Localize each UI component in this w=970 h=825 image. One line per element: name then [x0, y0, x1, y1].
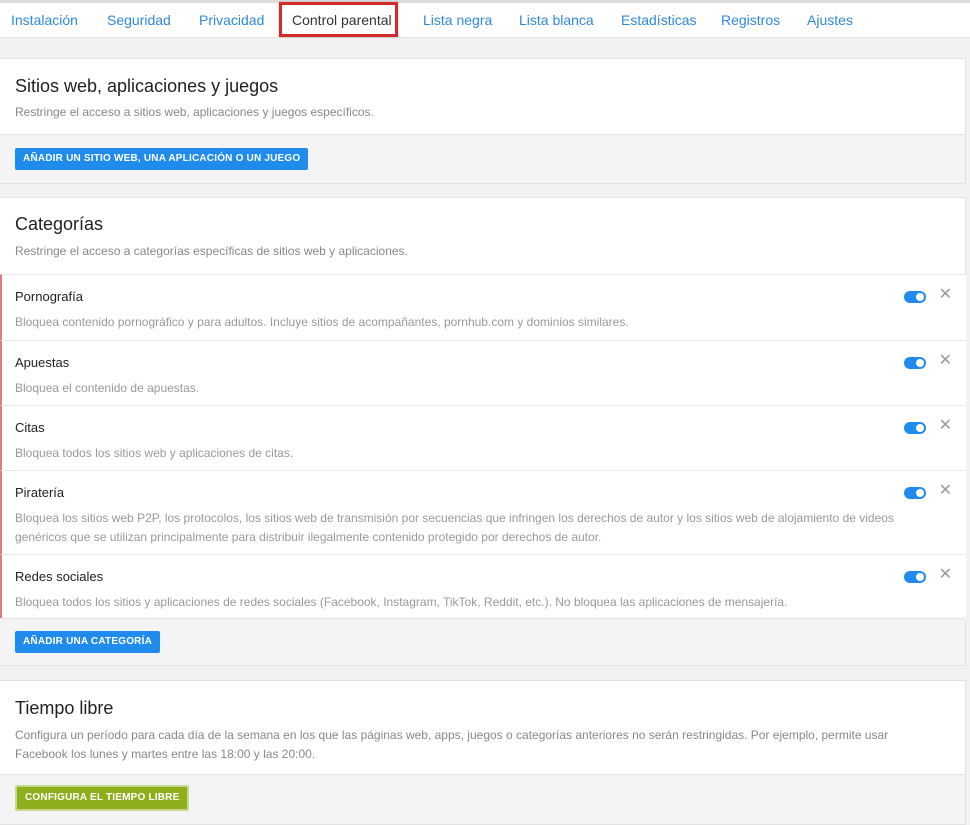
category-name: Piratería: [15, 485, 65, 500]
category-row: Citas Bloquea todos los sitios web y apl…: [0, 405, 966, 470]
tab-instalacion[interactable]: Instalación: [11, 12, 78, 28]
category-row: Piratería Bloquea los sitios web P2P, lo…: [0, 470, 966, 554]
category-description: Bloquea los sitios web P2P, los protocol…: [15, 511, 894, 544]
remove-icon[interactable]: ✕: [939, 418, 952, 434]
categories-card: Categorías Restringe el acceso a categor…: [0, 197, 966, 666]
remove-icon[interactable]: ✕: [939, 353, 952, 369]
active-tab-highlight: [279, 2, 398, 37]
sites-footer: AÑADIR UN SITIO WEB, UNA APLICACIÓN O UN…: [0, 134, 965, 183]
tab-lista-blanca[interactable]: Lista blanca: [519, 12, 594, 28]
category-name: Apuestas: [15, 355, 70, 370]
category-row: Pornografía Bloquea contenido pornográfi…: [0, 274, 966, 340]
category-row: Redes sociales Bloquea todos los sitios …: [0, 554, 966, 620]
tab-registros[interactable]: Registros: [721, 12, 780, 28]
free-time-title: Tiempo libre: [15, 698, 114, 718]
remove-icon[interactable]: ✕: [939, 567, 952, 583]
tab-estadisticas[interactable]: Estadísticas: [621, 12, 696, 28]
category-name: Redes sociales: [15, 569, 104, 584]
category-toggle[interactable]: [904, 357, 926, 369]
category-description: Bloquea contenido pornográfico y para ad…: [15, 315, 629, 329]
add-site-button[interactable]: AÑADIR UN SITIO WEB, UNA APLICACIÓN O UN…: [15, 148, 309, 170]
free-time-footer: CONFIGURA EL TIEMPO LIBRE: [0, 774, 965, 824]
remove-icon[interactable]: ✕: [939, 287, 952, 303]
category-description: Bloquea todos los sitios web y aplicacio…: [15, 446, 294, 460]
sites-card: Sitios web, aplicaciones y juegos Restri…: [0, 58, 966, 184]
category-description: Bloquea todos los sitios y aplicaciones …: [15, 595, 788, 609]
sites-title: Sitios web, aplicaciones y juegos: [15, 76, 279, 96]
remove-icon[interactable]: ✕: [939, 483, 952, 499]
categories-footer: AÑADIR UNA CATEGORÍA: [0, 618, 965, 665]
category-toggle[interactable]: [904, 422, 926, 434]
configure-free-time-button[interactable]: CONFIGURA EL TIEMPO LIBRE: [15, 785, 190, 811]
top-navigation: Instalación Seguridad Privacidad Control…: [0, 3, 970, 38]
category-toggle[interactable]: [904, 487, 926, 499]
tab-lista-negra[interactable]: Lista negra: [423, 12, 492, 28]
category-toggle[interactable]: [904, 571, 926, 583]
category-toggle[interactable]: [904, 291, 926, 303]
category-name: Pornografía: [15, 289, 83, 304]
category-row: Apuestas Bloquea el contenido de apuesta…: [0, 340, 966, 405]
free-time-description: Configura un período para cada día de la…: [15, 728, 889, 761]
category-description: Bloquea el contenido de apuestas.: [15, 381, 200, 395]
sites-description: Restringe el acceso a sitios web, aplica…: [15, 105, 374, 119]
add-category-button[interactable]: AÑADIR UNA CATEGORÍA: [15, 631, 160, 653]
free-time-card: Tiempo libre Configura un período para c…: [0, 680, 966, 825]
tab-seguridad[interactable]: Seguridad: [107, 12, 171, 28]
tab-ajustes[interactable]: Ajustes: [807, 12, 853, 28]
categories-description: Restringe el acceso a categorías específ…: [15, 244, 408, 258]
tab-privacidad[interactable]: Privacidad: [199, 12, 264, 28]
categories-title: Categorías: [15, 214, 104, 234]
category-name: Citas: [15, 420, 45, 435]
